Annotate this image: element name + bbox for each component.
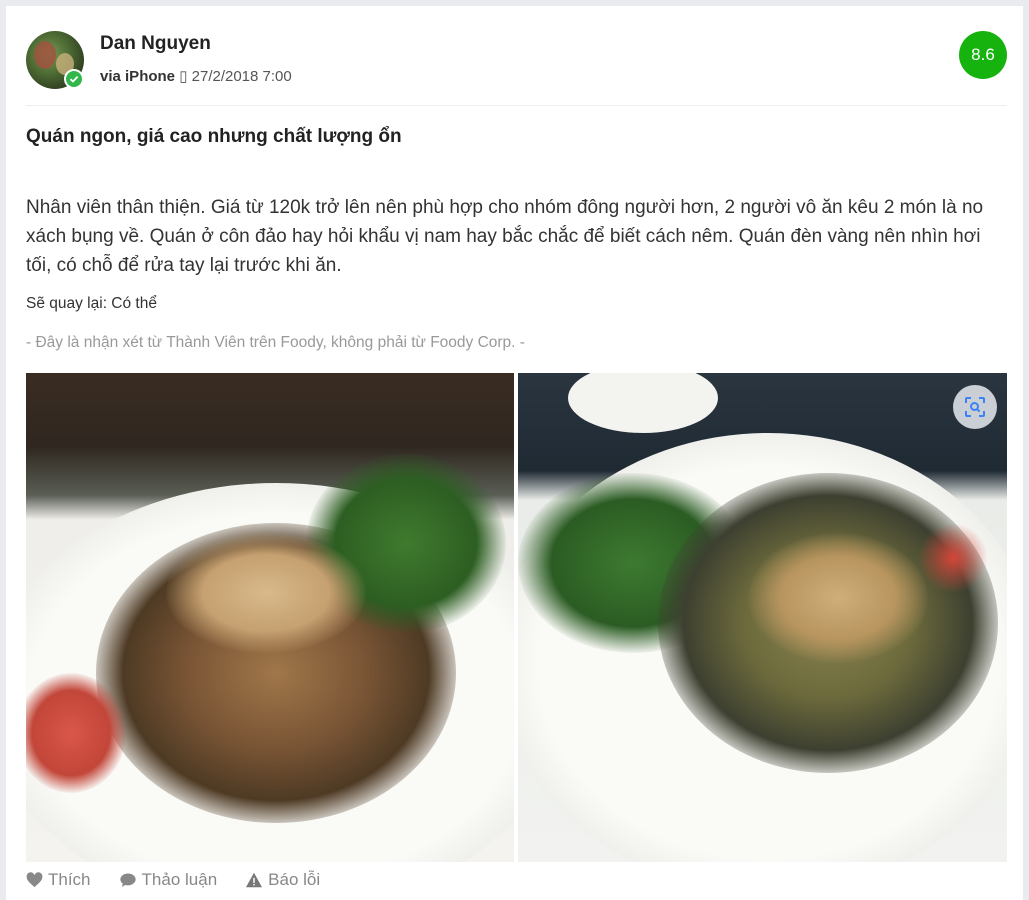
report-button[interactable]: Báo lỗi bbox=[245, 870, 320, 890]
review-actions: Thích Thảo luận Báo lỗi bbox=[26, 870, 348, 890]
report-label: Báo lỗi bbox=[268, 870, 321, 889]
discuss-button[interactable]: Thảo luận bbox=[119, 870, 218, 890]
review-body: Nhân viên thân thiện. Giá từ 120k trở lê… bbox=[26, 197, 984, 276]
review-photo-2[interactable] bbox=[518, 373, 1007, 862]
review-photo-1[interactable] bbox=[26, 373, 514, 862]
heart-icon bbox=[26, 872, 43, 888]
revisit-status: Sẽ quay lại: Có thể bbox=[26, 295, 157, 312]
review-title[interactable]: Quán ngon, giá cao nhưng chất lượng ổn bbox=[26, 126, 402, 148]
divider bbox=[26, 105, 1007, 106]
scan-icon[interactable] bbox=[953, 385, 997, 429]
like-button[interactable]: Thích bbox=[26, 870, 91, 890]
warning-icon bbox=[246, 872, 263, 888]
disclaimer: - Đây là nhận xét từ Thành Viên trên Foo… bbox=[26, 334, 525, 351]
like-label: Thích bbox=[48, 870, 91, 889]
check-badge-icon bbox=[64, 69, 84, 89]
review-meta: via iPhone ▯ 27/2/2018 7:00 bbox=[100, 67, 292, 85]
user-name[interactable]: Dan Nguyen bbox=[100, 33, 211, 55]
device-icon: ▯ bbox=[179, 68, 188, 85]
review-header: Dan Nguyen via iPhone ▯ 27/2/2018 7:00 8… bbox=[26, 31, 1007, 111]
review-card: Dan Nguyen via iPhone ▯ 27/2/2018 7:00 8… bbox=[6, 6, 1023, 900]
score-badge: 8.6 bbox=[959, 31, 1007, 79]
comment-icon bbox=[119, 873, 136, 887]
review-timestamp: 27/2/2018 7:00 bbox=[191, 68, 292, 85]
discuss-label: Thảo luận bbox=[141, 870, 218, 889]
via-device: via iPhone bbox=[100, 68, 176, 85]
